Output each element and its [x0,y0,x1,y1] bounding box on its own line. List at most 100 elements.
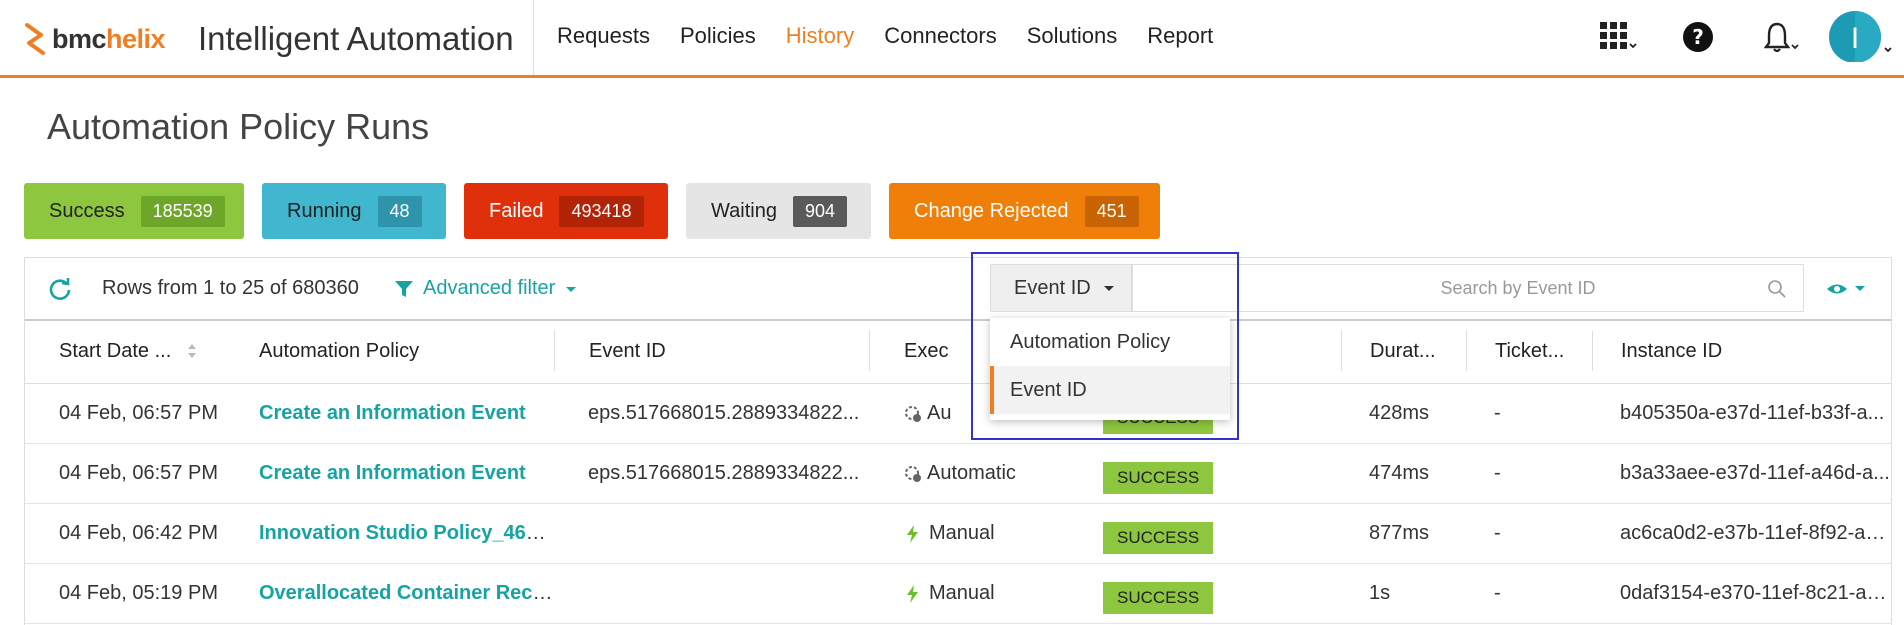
table-row[interactable]: 04 Feb, 06:42 PM Innovation Studio Polic… [25,503,1891,564]
filter-icon [395,280,413,297]
table-row[interactable]: 04 Feb, 06:57 PM Create an Information E… [25,383,1891,444]
cell-start-date: 04 Feb, 06:42 PM [59,522,218,544]
col-instance-id-label: Instance ID [1592,331,1891,371]
cell-instance-id: b405350a-e37d-11ef-b33f-a... [1620,402,1885,424]
col-start-date[interactable]: Start Date ... [25,319,225,384]
apps-grid-icon[interactable] [1598,18,1640,63]
cell-duration: 1s [1369,582,1391,604]
col-start-date-label: Start Date ... [59,339,172,362]
cell-duration: 877ms [1369,522,1430,544]
table-row[interactable]: 04 Feb, 06:57 PM Create an Information E… [25,443,1891,504]
column-visibility-button[interactable] [1825,278,1871,305]
nav-report[interactable]: Report [1147,23,1213,49]
sort-icon[interactable] [185,340,199,362]
runs-table-panel: Rows from 1 to 25 of 680360 Advanced fil… [24,257,1892,625]
status-chips: Success 185539 Running 48 Failed 493418 … [24,183,1160,239]
page-title: Automation Policy Runs [47,106,430,147]
advanced-filter-label: Advanced filter [423,277,556,299]
search-placeholder: Search by Event ID [1440,278,1596,298]
col-instance-id[interactable]: Instance ID [1592,319,1891,384]
nav-policies[interactable]: Policies [680,23,756,49]
app-title: Intelligent Automation [198,20,514,57]
rows-count-text: Rows from 1 to 25 of 680360 [102,277,359,299]
dropdown-option-automation-policy[interactable]: Automation Policy [990,318,1230,366]
chip-waiting[interactable]: Waiting 904 [686,183,871,239]
nav-history[interactable]: History [786,23,854,49]
col-event-id-label: Event ID [554,331,869,371]
eye-icon [1827,284,1865,294]
table-header-row: Start Date ... Automation Policy Event I… [25,319,1891,384]
chip-label: Change Rejected [914,199,1069,222]
col-event-id[interactable]: Event ID [554,319,869,384]
cell-ticket: - [1494,402,1501,424]
col-automation-policy-label: Automation Policy [259,339,420,362]
cell-event-id: eps.517668015.2889334822... [588,462,860,484]
chip-label: Failed [489,199,544,222]
bolt-icon [907,524,918,543]
policy-link[interactable]: Overallocated Container Recom... [259,582,554,604]
cell-instance-id: ac6ca0d2-e37b-11ef-8f92-aa... [1620,522,1891,544]
chip-label: Success [49,199,125,222]
search-icon[interactable] [1767,279,1787,299]
dropdown-option-event-id[interactable]: Event ID [990,366,1230,414]
caret-down-icon [1103,286,1114,291]
chip-failed[interactable]: Failed 493418 [464,183,668,239]
cell-duration: 474ms [1369,462,1430,484]
chip-success[interactable]: Success 185539 [24,183,244,239]
table-toolbar: Rows from 1 to 25 of 680360 Advanced fil… [25,258,1891,321]
bmc-logo-icon [25,23,45,55]
chip-count: 185539 [140,195,225,227]
svg-text:?: ? [1692,25,1704,49]
avatar-initial: I [1851,22,1859,55]
nav-solutions[interactable]: Solutions [1027,23,1118,49]
policy-link[interactable]: Create an Information Event [259,402,526,424]
table-row[interactable]: 04 Feb, 05:19 PM Overallocated Container… [25,563,1891,624]
header-divider [533,0,534,75]
top-header: bmc helix Intelligent Automation Requests… [0,0,1904,78]
search-field-dropdown: Automation Policy Event ID [990,318,1230,420]
cell-start-date: 04 Feb, 06:57 PM [59,402,218,424]
bell-icon[interactable] [1761,18,1803,63]
chip-label: Running [287,199,362,222]
search-field-select[interactable]: Event ID [990,264,1132,312]
chip-change-rejected[interactable]: Change Rejected 451 [889,183,1160,239]
bmc-helix-logo[interactable]: bmc helix [24,22,166,56]
cell-ticket: - [1494,462,1501,484]
policy-link[interactable]: Create an Information Event [259,462,526,484]
nav-requests[interactable]: Requests [557,23,650,49]
gear-clock-icon [905,405,921,422]
nav-connectors[interactable]: Connectors [884,23,997,49]
logo-helix-text: helix [106,23,166,54]
chip-running[interactable]: Running 48 [262,183,446,239]
advanced-filter-button[interactable]: Advanced filter [393,277,581,300]
main-nav: Requests Policies History Connectors Sol… [557,23,1243,49]
refresh-icon[interactable] [47,276,73,302]
cell-start-date: 04 Feb, 05:19 PM [59,582,218,604]
cell-ticket: - [1494,582,1501,604]
avatar[interactable]: I [1828,10,1898,67]
cell-event-id: eps.517668015.2889334822... [588,402,860,424]
cell-ticket: - [1494,522,1501,544]
cell-start-date: 04 Feb, 06:57 PM [59,462,218,484]
cell-instance-id: 0daf3154-e370-11ef-8c21-aa... [1620,582,1891,604]
col-ticket-label: Ticket... [1466,331,1592,371]
cell-instance-id: b3a33aee-e37d-11ef-a46d-a... [1620,462,1890,484]
help-icon[interactable]: ? [1682,18,1716,59]
cell-execution: Manual [929,522,995,544]
cell-execution: Automatic [927,462,1016,484]
cell-execution: Manual [929,582,995,604]
chip-label: Waiting [711,199,777,222]
caret-down-icon [566,286,577,292]
col-duration-label: Durat... [1341,331,1466,371]
cell-duration: 428ms [1369,402,1430,424]
gear-clock-icon [905,465,921,482]
policy-link[interactable]: Innovation Studio Policy_46143 [259,522,554,544]
col-ticket[interactable]: Ticket... [1466,319,1592,384]
search-field-value: Event ID [1014,276,1091,299]
chip-count: 451 [1084,195,1139,227]
col-duration[interactable]: Durat... [1341,319,1466,384]
search-input[interactable]: Search by Event ID [1132,264,1804,312]
status-badge: SUCCESS [1103,461,1214,494]
chip-count: 48 [377,195,422,227]
col-automation-policy[interactable]: Automation Policy [225,319,554,384]
